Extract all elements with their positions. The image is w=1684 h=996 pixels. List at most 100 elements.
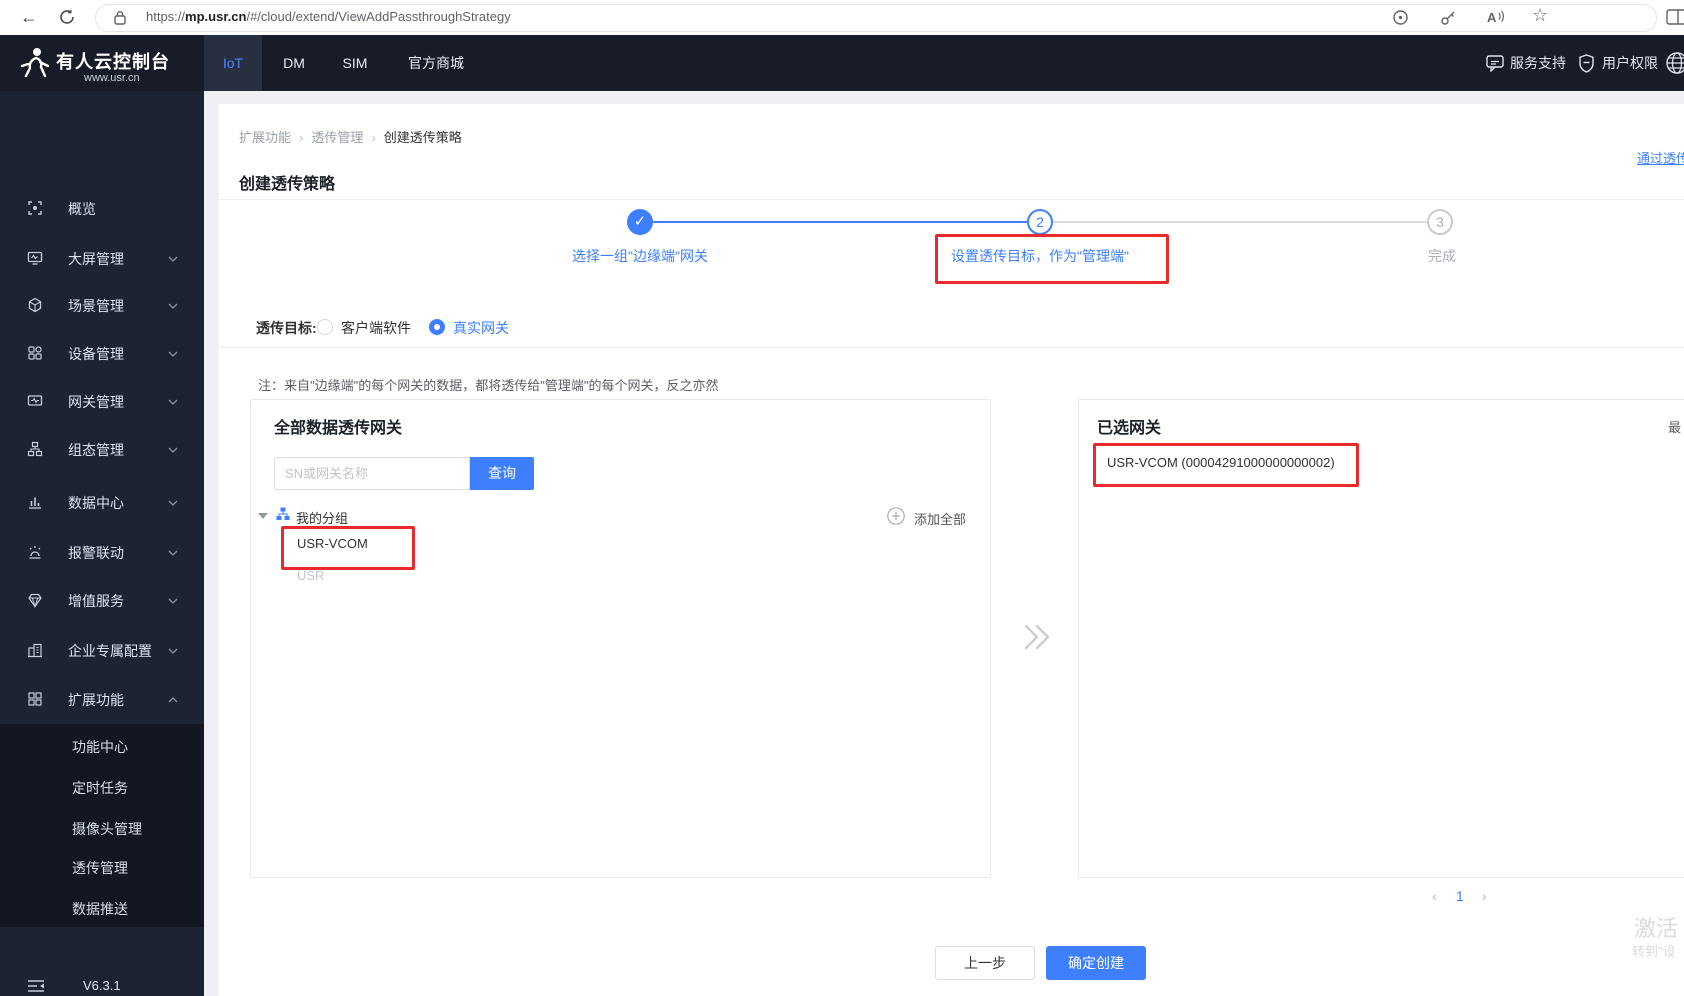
submenu-item-timed-task[interactable]: 定时任务 <box>72 778 128 798</box>
target-label: 透传目标: <box>256 320 317 336</box>
chevron-down-icon <box>168 303 178 309</box>
max-hint-clipped: 最 <box>1668 420 1682 435</box>
nav-permission[interactable]: 用户权限 <box>1602 35 1658 91</box>
pagination-next[interactable]: › <box>1482 888 1487 904</box>
sidebar-item-datacenter[interactable]: 数据中心 <box>0 492 204 514</box>
selected-gateway-item[interactable]: USR-VCOM (00004291000000000002) <box>1107 455 1335 470</box>
sidebar-item-bigscreen[interactable]: 大屏管理 <box>0 248 204 270</box>
pagination-prev[interactable]: ‹ <box>1432 888 1437 904</box>
step1-circle: ✓ <box>627 209 653 235</box>
page-title: 创建透传策略 <box>239 176 336 193</box>
sidebar-label: 大屏管理 <box>68 251 124 267</box>
send-to-device-icon[interactable] <box>1392 9 1409 31</box>
sidebar-item-vas[interactable]: 增值服务 <box>0 590 204 612</box>
radio-client-software-label[interactable]: 客户端软件 <box>341 318 411 338</box>
step-connector-pending <box>1053 221 1427 223</box>
breadcrumb-extend[interactable]: 扩展功能 <box>239 130 291 145</box>
breadcrumb-passthrough[interactable]: 透传管理 <box>311 130 363 145</box>
chevron-down-icon <box>168 447 178 453</box>
sidebar-item-extend[interactable]: 扩展功能 <box>0 689 204 711</box>
passthrough-guide-link[interactable]: 通过透传 <box>1637 148 1684 167</box>
url-scheme: https:// <box>146 9 186 24</box>
lock-icon <box>114 10 126 30</box>
chevron-down-icon <box>168 598 178 604</box>
add-all-label[interactable]: 添加全部 <box>914 509 966 528</box>
all-gateways-title: 全部数据透传网关 <box>274 420 403 437</box>
nav-tab-sim[interactable]: SIM <box>330 35 380 91</box>
sidebar-label: 网关管理 <box>68 394 124 410</box>
step1-label: 选择一组"边缘端"网关 <box>572 248 708 264</box>
password-key-icon[interactable] <box>1440 9 1457 31</box>
sidebar-item-device[interactable]: 设备管理 <box>0 343 204 365</box>
sidebar-item-enterprise[interactable]: 企业专属配置 <box>0 640 204 662</box>
windows-watermark-line1: 激活 V <box>1634 916 1684 941</box>
url-text[interactable]: https://mp.usr.cn/#/cloud/extend/ViewAdd… <box>146 9 511 24</box>
sidebar-item-scada[interactable]: 组态管理 <box>0 439 204 461</box>
nav-tab-dm[interactable]: DM <box>272 35 316 91</box>
sidebar-label: 场景管理 <box>68 298 124 314</box>
usr-logo-icon[interactable] <box>20 46 50 85</box>
breadcrumb: 扩展功能 › 透传管理 › 创建透传策略 <box>239 127 462 146</box>
datacenter-icon <box>29 497 41 509</box>
tree-expand-arrow[interactable] <box>258 513 268 519</box>
nav-support[interactable]: 服务支持 <box>1510 35 1566 91</box>
nav-tab-iot[interactable]: IoT <box>204 35 262 91</box>
browser-refresh-icon[interactable] <box>58 8 76 31</box>
submenu-item-passthrough[interactable]: 透传管理 <box>72 858 128 878</box>
step-connector-done <box>653 221 1027 223</box>
chevron-down-icon <box>168 500 178 506</box>
device-icon <box>28 346 42 360</box>
nav-tab-shop[interactable]: 官方商城 <box>396 35 476 91</box>
radio-real-gateway-label[interactable]: 真实网关 <box>453 318 509 338</box>
gateway-icon <box>27 395 43 406</box>
prev-step-button[interactable]: 上一步 <box>935 946 1035 980</box>
breadcrumb-separator: › <box>299 130 304 145</box>
sidebar-label: 数据中心 <box>68 495 124 511</box>
enterprise-icon <box>28 643 42 658</box>
sidebar-label: 扩展功能 <box>68 692 124 708</box>
search-button[interactable]: 查询 <box>470 457 534 490</box>
create-confirm-button[interactable]: 确定创建 <box>1046 946 1146 980</box>
sidebar-item-gateway[interactable]: 网关管理 <box>0 391 204 413</box>
tree-item-usr-vcom[interactable]: USR-VCOM <box>297 536 368 551</box>
search-input[interactable] <box>274 457 470 490</box>
step2-label: 设置透传目标，作为"管理端" <box>951 248 1129 264</box>
sidebar-label: 概览 <box>68 201 96 217</box>
step3-label: 完成 <box>1428 248 1456 264</box>
chevron-down-icon <box>168 399 178 405</box>
logo-subtitle: www.usr.cn <box>84 72 140 84</box>
read-aloud-icon[interactable]: A <box>1486 8 1506 31</box>
browser-back-icon[interactable]: ← <box>20 7 38 27</box>
submenu-item-function-center[interactable]: 功能中心 <box>72 737 128 757</box>
sidebar-collapse-icon[interactable] <box>27 979 45 996</box>
note-text: 注：来自"边缘端"的每个网关的数据，都将透传给"管理端"的每个网关，反之亦然 <box>258 378 719 393</box>
sidebar: 概览 大屏管理 场景管理 设备管理 网关管理 组态管理 数据中心 报警联动 增值… <box>0 91 204 996</box>
tree-group-label[interactable]: 我的分组 <box>296 508 348 527</box>
breadcrumb-current: 创建透传策略 <box>383 130 462 145</box>
split-screen-icon[interactable] <box>1666 9 1684 30</box>
vas-icon <box>28 593 42 608</box>
sidebar-item-overview[interactable]: 概览 <box>0 198 204 220</box>
radio-real-gateway[interactable] <box>429 319 445 335</box>
scada-icon <box>27 441 43 457</box>
top-nav: 有人云控制台 www.usr.cn IoT DM SIM 官方商城 服务支持 用… <box>0 35 1684 91</box>
sidebar-item-scene[interactable]: 场景管理 <box>0 295 204 317</box>
globe-icon[interactable] <box>1664 50 1684 81</box>
add-all-icon[interactable] <box>886 506 906 531</box>
divider <box>219 199 1684 200</box>
selected-gateways-panel <box>1078 399 1684 878</box>
chevron-down-icon <box>168 256 178 262</box>
favorite-star-icon[interactable]: ☆ <box>1532 5 1548 26</box>
sidebar-label: 设备管理 <box>68 346 124 362</box>
submenu-item-camera[interactable]: 摄像头管理 <box>72 819 142 839</box>
extend-icon <box>28 692 42 706</box>
logo-title[interactable]: 有人云控制台 <box>56 48 170 74</box>
step2-circle: 2 <box>1027 209 1053 235</box>
breadcrumb-separator: › <box>371 130 376 145</box>
tree-item-usr[interactable]: USR <box>297 568 324 583</box>
svg-text:A: A <box>1487 10 1497 25</box>
radio-client-software[interactable] <box>317 319 333 335</box>
submenu-item-data-push[interactable]: 数据推送 <box>72 899 128 919</box>
sidebar-item-alarm[interactable]: 报警联动 <box>0 542 204 564</box>
pagination-page-1[interactable]: 1 <box>1456 888 1464 904</box>
